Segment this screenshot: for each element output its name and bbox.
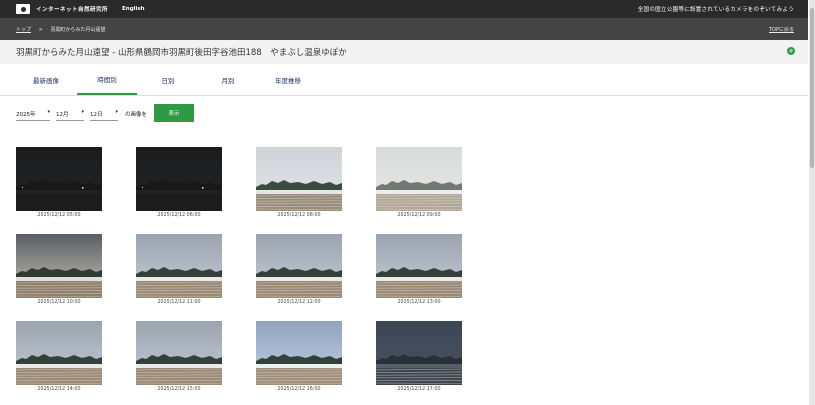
camera-image-item[interactable]: 2025/12/12 09:00 (376, 147, 462, 218)
camera-image[interactable] (16, 234, 102, 298)
camera-image[interactable] (376, 147, 462, 211)
camera-logo-icon[interactable] (16, 4, 30, 14)
year-select[interactable]: 2025年 ▾ (16, 108, 50, 121)
image-caption: 2025/12/12 16:00 (277, 387, 321, 392)
site-brand[interactable]: インターネット自然研究所 (36, 5, 108, 13)
image-caption: 2025/12/12 12:00 (277, 300, 321, 305)
image-caption: 2025/12/12 17:00 (397, 387, 441, 392)
breadcrumb-current: 羽黒町からみた月山遠望 (50, 27, 106, 33)
tab-monthly[interactable]: 月別 (198, 64, 258, 95)
dropdown-arrow-icon: ▾ (115, 109, 118, 115)
year-value: 2025年 (16, 112, 36, 118)
page-title: 羽黒町からみた月山遠望 - 山形県鶴岡市羽黒町後田字谷池田188 やまぶし温泉ゆ… (16, 48, 347, 58)
tab-daily[interactable]: 日別 (138, 64, 198, 95)
camera-image[interactable] (136, 147, 222, 211)
image-caption: 2025/12/12 05:00 (37, 213, 81, 218)
day-select[interactable]: 12日 ▾ (90, 108, 118, 121)
image-caption: 2025/12/12 08:00 (277, 213, 321, 218)
tab-latest[interactable]: 最新画像 (16, 64, 76, 95)
camera-image-item[interactable]: 2025/12/12 16:00 (256, 321, 342, 392)
camera-image[interactable] (256, 234, 342, 298)
show-button[interactable]: 表示 (154, 104, 194, 122)
top-header: インターネット自然研究所 English 全国の国立公園等に設置されているカメラ… (0, 0, 808, 18)
scrollbar-thumb[interactable] (810, 8, 814, 168)
image-caption: 2025/12/12 11:00 (157, 300, 201, 305)
image-caption: 2025/12/12 09:00 (397, 213, 441, 218)
camera-image-item[interactable]: 2025/12/12 10:00 (16, 234, 102, 305)
site-tagline: 全国の国立公園等に設置されているカメラをのぞいてみよう (637, 7, 794, 13)
camera-image-item[interactable]: 2025/12/12 13:00 (376, 234, 462, 305)
page-header: 羽黒町からみた月山遠望 - 山形県鶴岡市羽黒町後田字谷池田188 やまぶし温泉ゆ… (0, 40, 808, 64)
plus-icon[interactable]: + (787, 47, 795, 55)
camera-image-item[interactable]: 2025/12/12 12:00 (256, 234, 342, 305)
dropdown-arrow-icon: ▾ (81, 109, 84, 115)
camera-image[interactable] (256, 147, 342, 211)
breadcrumb-separator: > (38, 27, 43, 33)
month-value: 12月 (56, 112, 69, 118)
tab-hourly[interactable]: 時間別 (77, 64, 137, 95)
camera-image-item[interactable]: 2025/12/12 05:00 (16, 147, 102, 218)
camera-image-item[interactable]: 2025/12/12 08:00 (256, 147, 342, 218)
camera-image[interactable] (256, 321, 342, 385)
camera-image-item[interactable]: 2025/12/12 11:00 (136, 234, 222, 305)
camera-image-item[interactable]: 2025/12/12 14:00 (16, 321, 102, 392)
camera-image-item[interactable]: 2025/12/12 06:00 (136, 147, 222, 218)
camera-image[interactable] (136, 234, 222, 298)
image-caption: 2025/12/12 10:00 (37, 300, 81, 305)
date-controls: 2025年 ▾ 12月 ▾ 12日 ▾ の画像を 表示 (0, 104, 808, 124)
tab-bar: 最新画像 時間別 日別 月別 年度推移 (0, 64, 808, 96)
english-link[interactable]: English (122, 6, 145, 12)
breadcrumb-bar: トップ > 羽黒町からみた月山遠望 TOPに戻る (0, 18, 808, 40)
month-select[interactable]: 12月 ▾ (56, 108, 84, 121)
camera-image-item[interactable]: 2025/12/12 17:00 (376, 321, 462, 392)
day-value: 12日 (90, 112, 103, 118)
camera-image[interactable] (376, 234, 462, 298)
camera-image[interactable] (16, 147, 102, 211)
camera-image[interactable] (376, 321, 462, 385)
image-caption: 2025/12/12 06:00 (157, 213, 201, 218)
image-caption: 2025/12/12 15:00 (157, 387, 201, 392)
select-suffix-label: の画像を (125, 112, 148, 118)
camera-image[interactable] (16, 321, 102, 385)
breadcrumb: トップ > 羽黒町からみた月山遠望 (16, 26, 105, 33)
tab-yearly[interactable]: 年度推移 (258, 64, 318, 95)
camera-image[interactable] (136, 321, 222, 385)
image-caption: 2025/12/12 13:00 (397, 300, 441, 305)
dropdown-arrow-icon: ▾ (47, 109, 50, 115)
image-caption: 2025/12/12 14:00 (37, 387, 81, 392)
back-to-top-link[interactable]: TOPに戻る (769, 26, 794, 33)
camera-image-item[interactable]: 2025/12/12 15:00 (136, 321, 222, 392)
breadcrumb-home-link[interactable]: トップ (16, 27, 31, 33)
